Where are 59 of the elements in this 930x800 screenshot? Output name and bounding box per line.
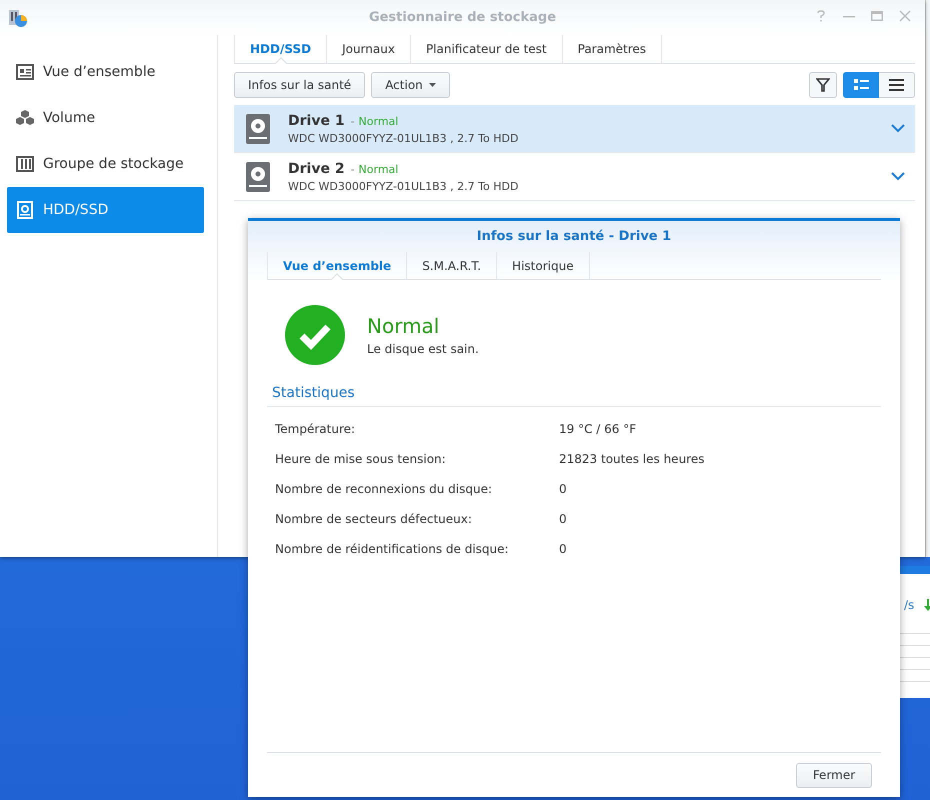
view-toggle-button[interactable]: [843, 72, 879, 98]
drive-detail: WDC WD3000FYYZ-01UL1B3 , 2.7 To HDD: [288, 180, 520, 192]
dialog-title: Infos sur la santé - Drive 1: [476, 229, 672, 244]
separator-text: -: [350, 114, 355, 128]
tab[interactable]: Planificateur de test: [410, 35, 563, 63]
stat-label: Heure de mise sous tension:: [275, 452, 447, 466]
drive-detail: WDC WD3000FYYZ-01UL1B3 , 2.7 To HDD: [288, 132, 520, 144]
toolbar-button[interactable]: Infos sur la santé: [234, 72, 366, 98]
sidebar-item[interactable]: Vue d’ensemble: [7, 49, 204, 95]
stat-value: 21823 toutes les heures: [559, 452, 704, 466]
menu-button[interactable]: Action: [371, 72, 450, 98]
sidebar-item[interactable]: Groupe de stockage: [7, 141, 204, 187]
status-message: Le disque est sain.: [367, 342, 479, 356]
tab[interactable]: Paramètres: [562, 35, 662, 63]
status-title: Normal: [367, 314, 440, 338]
hard-drive-icon: [16, 201, 34, 219]
stat-value: 0: [559, 512, 567, 526]
sidebar-item[interactable]: HDD/SSD: [7, 187, 204, 233]
chevron-down-icon[interactable]: [891, 124, 905, 133]
help-icon[interactable]: [815, 10, 827, 22]
hard-drive-icon: [246, 162, 270, 192]
close-button[interactable]: Fermer: [796, 762, 872, 788]
section-title: Statistiques: [267, 385, 881, 407]
stat-label: Nombre de reconnexions du disque:: [275, 482, 494, 496]
filter-icon: [816, 78, 830, 92]
filter-button[interactable]: [809, 72, 837, 98]
drive-name: Drive 1: [288, 112, 345, 128]
columns-icon: [16, 155, 34, 173]
speed-unit-text: /s: [904, 598, 914, 612]
drive-row[interactable]: Drive 1 - Normal WDC WD3000FYYZ-01UL1B3 , 2.7 To HDD: [234, 105, 915, 153]
sidebar-item[interactable]: Volume: [7, 95, 204, 141]
caret-icon: [428, 82, 436, 86]
download-arrow-icon: [924, 599, 930, 611]
check-circle-icon: [285, 305, 345, 365]
stat-value: 19 °C / 66 °F: [559, 422, 636, 436]
stat-label: Nombre de réidentifications de disque:: [275, 542, 510, 556]
stat-value: 0: [559, 482, 567, 496]
cubes-icon: [16, 109, 34, 127]
drive-row[interactable]: Drive 2 - Normal WDC WD3000FYYZ-01UL1B3 , 2.7 To HDD: [234, 153, 915, 201]
hard-drive-icon: [246, 114, 270, 144]
stat-label: Température:: [275, 422, 356, 436]
drive-status: Normal: [358, 162, 398, 176]
view-toggle-button[interactable]: [879, 72, 915, 98]
list-view-icon: [852, 78, 870, 91]
tab[interactable]: S.M.A.R.T.: [406, 252, 498, 279]
drive-name: Drive 2: [288, 160, 345, 176]
app-icon: [8, 8, 28, 28]
stat-label: Nombre de secteurs défectueux:: [275, 512, 473, 526]
compact-list-icon: [888, 78, 905, 91]
overview-icon: [16, 63, 34, 81]
drive-status: Normal: [358, 114, 398, 128]
tab[interactable]: Historique: [496, 252, 590, 279]
chevron-down-icon[interactable]: [891, 172, 905, 181]
window-title: Gestionnaire de stockage: [368, 10, 556, 25]
separator-text: -: [350, 162, 355, 176]
close-icon[interactable]: [899, 10, 911, 22]
tab[interactable]: Journaux: [326, 35, 411, 63]
maximize-icon[interactable]: [871, 10, 883, 22]
stat-value: 0: [559, 542, 567, 556]
